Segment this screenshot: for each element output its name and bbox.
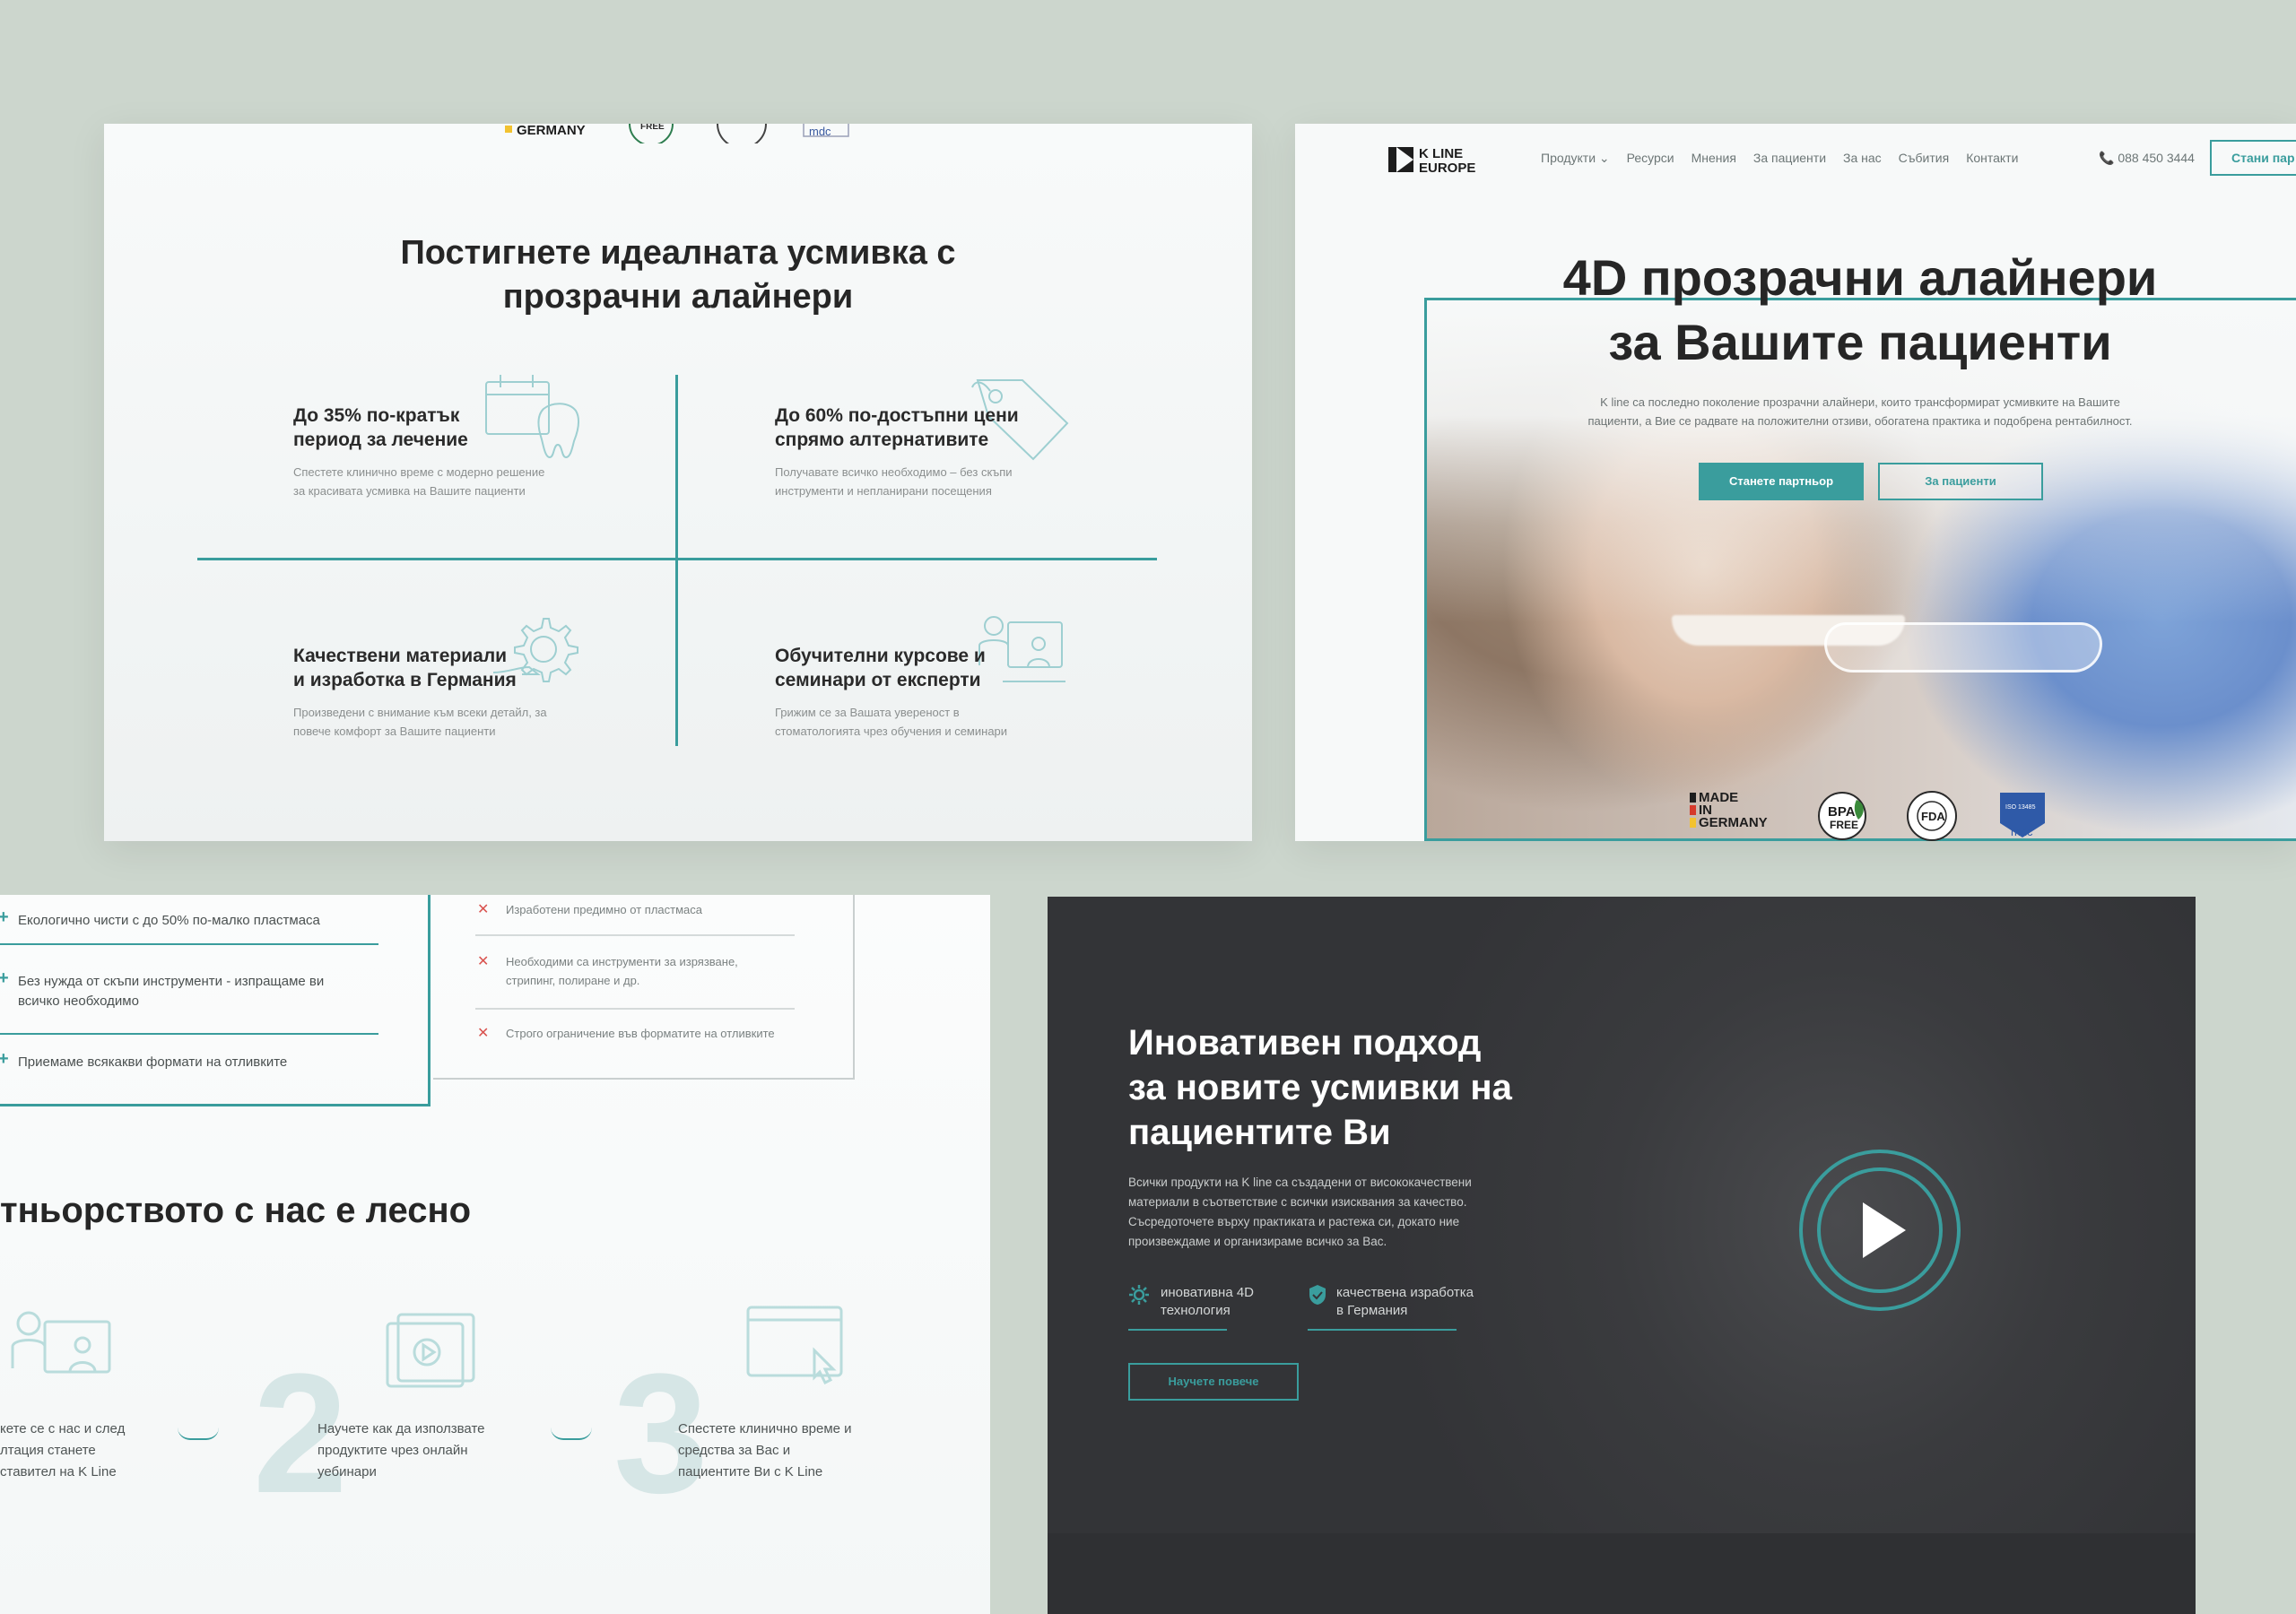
divider: [0, 943, 378, 945]
for-patients-button[interactable]: За пациенти: [1878, 463, 2043, 500]
grid-divider-horizontal: [197, 558, 1157, 560]
nav-item-contacts[interactable]: Контакти: [1966, 151, 2018, 166]
drawback-item: Строго ограничение във форматите на отли…: [506, 1027, 775, 1040]
step-3-text: Спестете клинично време и средства за Вас…: [678, 1421, 852, 1480]
nav-item-for-patients[interactable]: За пациенти: [1753, 151, 1826, 166]
approved-seal-icon: [717, 124, 767, 143]
become-partner-button[interactable]: Станете партньор: [1699, 463, 1864, 500]
step-arrow-icon: [178, 1427, 219, 1440]
plus-icon: +: [0, 1049, 9, 1069]
video-tutorial-icon: [386, 1313, 475, 1388]
hero-lead: K line са последно поколение прозрачни а…: [1587, 395, 2133, 428]
feature-german-quality: Качествени материали и изработка в Герман…: [293, 644, 616, 741]
video-section-title: Иновативен подход за новите усмивки на пац…: [1128, 1023, 1512, 1152]
flag-gold-icon: [1690, 818, 1696, 828]
advantage-item: Екологично чисти с до 50% по-малко пласт…: [18, 913, 320, 928]
cross-icon: ✕: [477, 902, 490, 917]
feature-underline: [1128, 1329, 1227, 1331]
nav-item-about[interactable]: За нас: [1843, 151, 1882, 166]
hero-title: 4D прозрачни алайнери за Вашите пациенти: [1562, 249, 2158, 370]
cross-icon: ✕: [477, 954, 490, 969]
section-footer-band: [1048, 1533, 2196, 1614]
nav-item-products[interactable]: Продукти ⌄: [1541, 151, 1610, 166]
logo-text-line1: K LINE: [1419, 146, 1464, 161]
feature-underline: [1308, 1329, 1457, 1331]
hero-section-screenshot: K LINE EUROPE Продукти ⌄ Ресурси Мнения …: [1295, 124, 2296, 841]
step-arrow-icon: [551, 1427, 592, 1440]
partnership-heading: тньорството с нас е лесно: [0, 1191, 472, 1230]
feature-affordable-prices: До 60% по-достъпни цени спрямо алтернатив…: [775, 404, 1098, 500]
flag-black-icon: [1690, 793, 1696, 803]
feature-title: Качествени материали и изработка в Герман…: [293, 646, 517, 690]
top-navigation: K LINE EUROPE Продукти ⌄ Ресурси Мнения …: [1295, 124, 2296, 192]
feature-title: До 60% по-достъпни цени спрямо алтернатив…: [775, 405, 1019, 450]
divider: [0, 1033, 378, 1035]
feature-description: Произведени с внимание към всеки детайл,…: [293, 706, 547, 738]
phone-link[interactable]: 📞 088 450 3444: [2099, 151, 2195, 166]
svg-text:FREE: FREE: [640, 124, 665, 132]
logo-text-line2: EUROPE: [1419, 161, 1476, 176]
certification-badges: GERMANY FREE mdc: [505, 124, 849, 143]
advantage-item: Без нужда от скъпи инструменти - изпраща…: [18, 974, 325, 989]
feature-description: Грижим се за Вашата увереност в стоматоло…: [775, 706, 1008, 738]
svg-text:FREE: FREE: [1830, 819, 1858, 831]
hero-certification-badges: MADE IN GERMANY BPA FREE FDA ISO 13485 m…: [1690, 791, 2045, 841]
cross-icon: ✕: [477, 1026, 490, 1041]
learn-more-button[interactable]: Научете повече: [1128, 1363, 1299, 1401]
svg-text:FDA: FDA: [1921, 810, 1945, 823]
nav-item-resources[interactable]: Ресурси: [1627, 151, 1674, 166]
flag-red-icon: [1690, 805, 1696, 815]
step-2-text: Научете как да използвате продуктите чрез…: [317, 1421, 485, 1480]
gear-icon: [1129, 1285, 1149, 1305]
plus-icon: +: [0, 907, 9, 927]
svg-text:mdc: mdc: [2011, 825, 2033, 838]
browser-click-icon: [746, 1306, 843, 1385]
video-section-screenshot: Иновативен подход за новите усмивки на пац…: [1048, 897, 2196, 1614]
plus-icon: +: [0, 968, 9, 988]
kline-logo-mark: [1388, 147, 1413, 172]
video-section-description: Всички продукти на K line са създадени о…: [1128, 1176, 1472, 1248]
divider: [475, 1008, 795, 1010]
feature-expert-seminars: Обучителни курсове и семинари от експерти…: [775, 644, 1098, 741]
shield-check-icon: [1309, 1285, 1326, 1305]
play-icon[interactable]: [1863, 1202, 1906, 1258]
drawback-item-cont: стрипинг, полиране и др.: [506, 974, 640, 987]
feature-description: Спестете клинично време с модерно решени…: [293, 465, 545, 498]
feature-shorter-treatment: До 35% по-кратък период за лечение Спесте…: [293, 404, 616, 500]
nav-item-reviews[interactable]: Мнения: [1692, 151, 1736, 166]
feature-4d-technology: иновативна 4D технология: [1161, 1285, 1255, 1318]
nav-item-events[interactable]: Събития: [1899, 151, 1950, 166]
become-partner-nav-button[interactable]: Стани пар: [2210, 140, 2296, 176]
advantage-item: Приемаме всякакви формати на отливките: [18, 1054, 288, 1070]
drawback-item: Изработени предимно от пластмаса: [506, 903, 702, 916]
alternatives-drawbacks-box: [433, 895, 855, 1080]
svg-text:BPA: BPA: [1828, 804, 1856, 820]
hero-frame: [1424, 298, 2296, 841]
drawback-item: Необходими са инструменти за изрязване,: [506, 955, 738, 968]
svg-text:GERMANY: GERMANY: [1699, 815, 1768, 830]
section-title: Постигнете идеалната усмивка с прозрачни …: [400, 234, 956, 316]
kline-logo[interactable]: K LINE EUROPE: [1388, 145, 1487, 176]
germany-flag-icon: [505, 126, 512, 133]
feature-german-quality: качествена изработка в Германия: [1336, 1285, 1474, 1318]
divider: [475, 934, 795, 936]
consultation-icon: [11, 1311, 111, 1374]
svg-text:ISO 13485: ISO 13485: [2005, 804, 2036, 811]
svg-text:mdc: mdc: [809, 125, 831, 138]
advantage-item-cont: всичко необходимо: [18, 994, 139, 1009]
comparison-and-steps-screenshot: + Екологично чисти с до 50% по-малко пла…: [0, 895, 990, 1614]
feature-description: Получавате всичко необходимо – без скъпи…: [775, 465, 1013, 498]
badge-germany: GERMANY: [517, 124, 586, 138]
nav-links: Продукти ⌄ Ресурси Мнения За пациенти За…: [1541, 151, 2035, 166]
feature-title: До 35% по-кратък период за лечение: [293, 405, 468, 450]
step-1-text: кете се с нас и след лтация станете ставит…: [0, 1421, 126, 1480]
feature-title: Обучителни курсове и семинари от експерти: [775, 646, 986, 690]
grid-divider-vertical: [675, 375, 678, 746]
benefits-section-screenshot: GERMANY FREE mdc Постигнете идеалната ус…: [104, 124, 1252, 841]
